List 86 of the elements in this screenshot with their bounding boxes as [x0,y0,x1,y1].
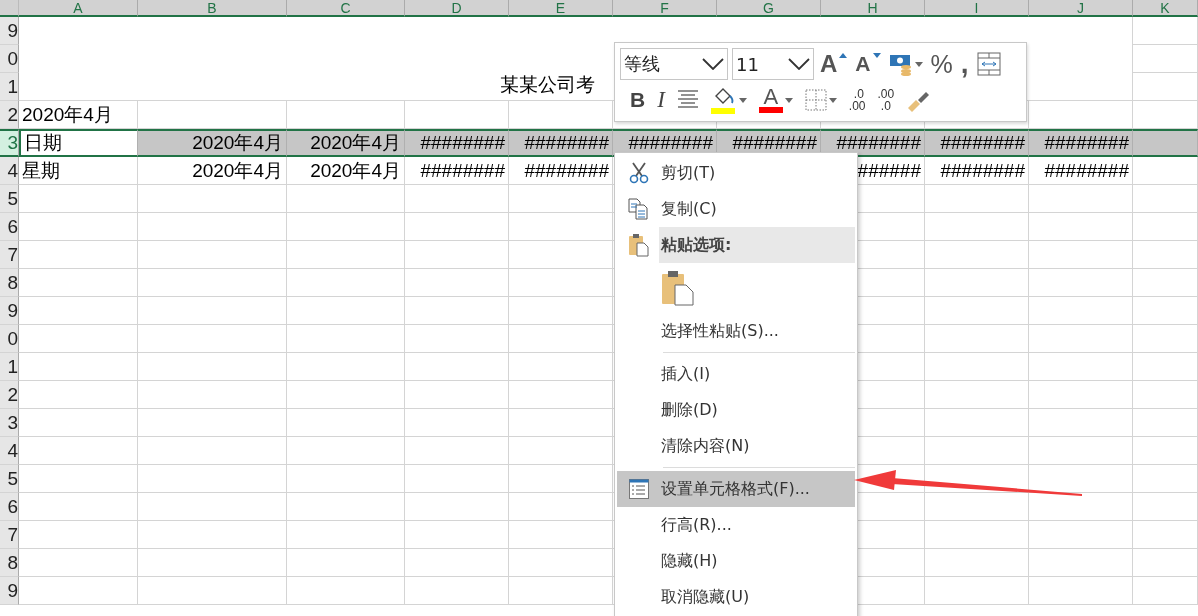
row-header[interactable]: 7 [0,521,19,549]
bold-button[interactable]: B [628,85,648,115]
font-size-select[interactable]: 11 [732,48,814,80]
percent-button[interactable]: % [928,49,955,79]
menu-item[interactable]: 选择性粘贴(S)... [617,313,855,349]
paint-bucket-icon [710,86,737,114]
column-header[interactable]: I [925,0,1029,17]
table-cell: ######## [509,157,613,185]
row-header[interactable]: 0 [0,325,19,353]
menu-item[interactable]: 取消隐藏(U) [617,579,855,615]
menu-section-header: 粘贴选项: [659,227,855,263]
table-cell: 2020年4月 [19,101,138,129]
comma-button[interactable]: , [958,49,971,79]
menu-item[interactable]: 复制(C) [617,191,855,227]
increase-font-size-button[interactable]: A [818,49,850,79]
sheet-title: 某某公司考 [500,73,595,97]
menu-item[interactable]: 插入(I) [617,356,855,392]
table-cell: ######## [405,157,509,185]
increase-decimal-button[interactable]: .0 .00 [846,85,868,115]
column-header[interactable]: G [717,0,821,17]
menu-item[interactable]: 行高(R)... [617,507,855,543]
caret-down-icon [872,53,881,58]
table-cell: ######## [1029,157,1133,185]
menu-item[interactable]: 设置单元格格式(F)... [617,471,855,507]
format-list-icon [629,479,649,499]
table-cell: 2020年4月 [138,157,287,185]
row-header[interactable]: 8 [0,549,19,577]
row-header[interactable]: 0 [0,45,19,73]
column-header[interactable]: E [509,0,613,17]
row-header[interactable]: 1 [0,353,19,381]
row-header[interactable]: 8 [0,269,19,297]
decrease-font-size-button[interactable]: A [853,49,883,79]
menu-item[interactable]: 清除内容(N) [617,428,855,464]
column-header[interactable]: J [1029,0,1133,17]
table-cell: ######## [1029,129,1133,157]
row-header[interactable]: 1 [0,73,19,101]
row-header[interactable]: 3 [0,129,19,157]
font-select[interactable]: 等线 [620,48,728,80]
paste-option-icon[interactable] [661,270,695,306]
row-header[interactable]: 2 [0,381,19,409]
money-icon [888,52,913,76]
table-cell: ######## [405,129,509,157]
scissors-icon [629,162,649,184]
chevron-down-icon[interactable] [702,58,724,70]
align-center-icon [676,89,699,111]
row-header[interactable]: 5 [0,185,19,213]
table-cell: 2020年4月 [138,129,287,157]
row-header[interactable]: 6 [0,213,19,241]
table-cell: 日期 [19,129,138,157]
italic-button[interactable]: I [655,85,667,115]
table-cell: 星期 [19,157,138,185]
row-header[interactable]: 4 [0,157,19,185]
caret-up-icon [839,53,848,58]
table-cell: ######## [925,157,1029,185]
select-all-corner[interactable] [0,0,19,17]
copy-icon [628,198,650,220]
borders-icon [804,89,827,111]
table-cell: ######## [821,129,925,157]
menu-item[interactable]: 删除(D) [617,392,855,428]
row-header[interactable]: 9 [0,577,19,605]
row-header[interactable]: 3 [0,409,19,437]
table-cell: ######## [509,129,613,157]
column-header[interactable]: C [287,0,405,17]
table-cell: ######## [925,129,1029,157]
row-header[interactable]: 9 [0,297,19,325]
column-header[interactable]: K [1133,0,1198,17]
table-cell: 2020年4月 [287,157,405,185]
column-header[interactable]: B [138,0,287,17]
row-header[interactable]: 6 [0,493,19,521]
chevron-down-icon[interactable] [788,58,810,70]
menu-item[interactable]: 隐藏(H) [617,543,855,579]
paste-icon [628,233,650,257]
row-header[interactable]: 5 [0,465,19,493]
font-color-button[interactable]: A [756,85,795,115]
row-header[interactable]: 9 [0,17,19,45]
wrap-button[interactable] [974,49,1003,79]
decrease-decimal-button[interactable]: .00 .0 [875,85,897,115]
wrap-text-icon [976,52,1001,76]
column-header[interactable]: D [405,0,509,17]
row-header[interactable]: 2 [0,101,19,129]
column-header[interactable]: H [821,0,925,17]
row-header[interactable]: 7 [0,241,19,269]
column-header[interactable]: F [613,0,717,17]
column-header[interactable]: A [19,0,138,17]
row-header[interactable]: 4 [0,437,19,465]
table-cell: 2020年4月 [287,129,405,157]
